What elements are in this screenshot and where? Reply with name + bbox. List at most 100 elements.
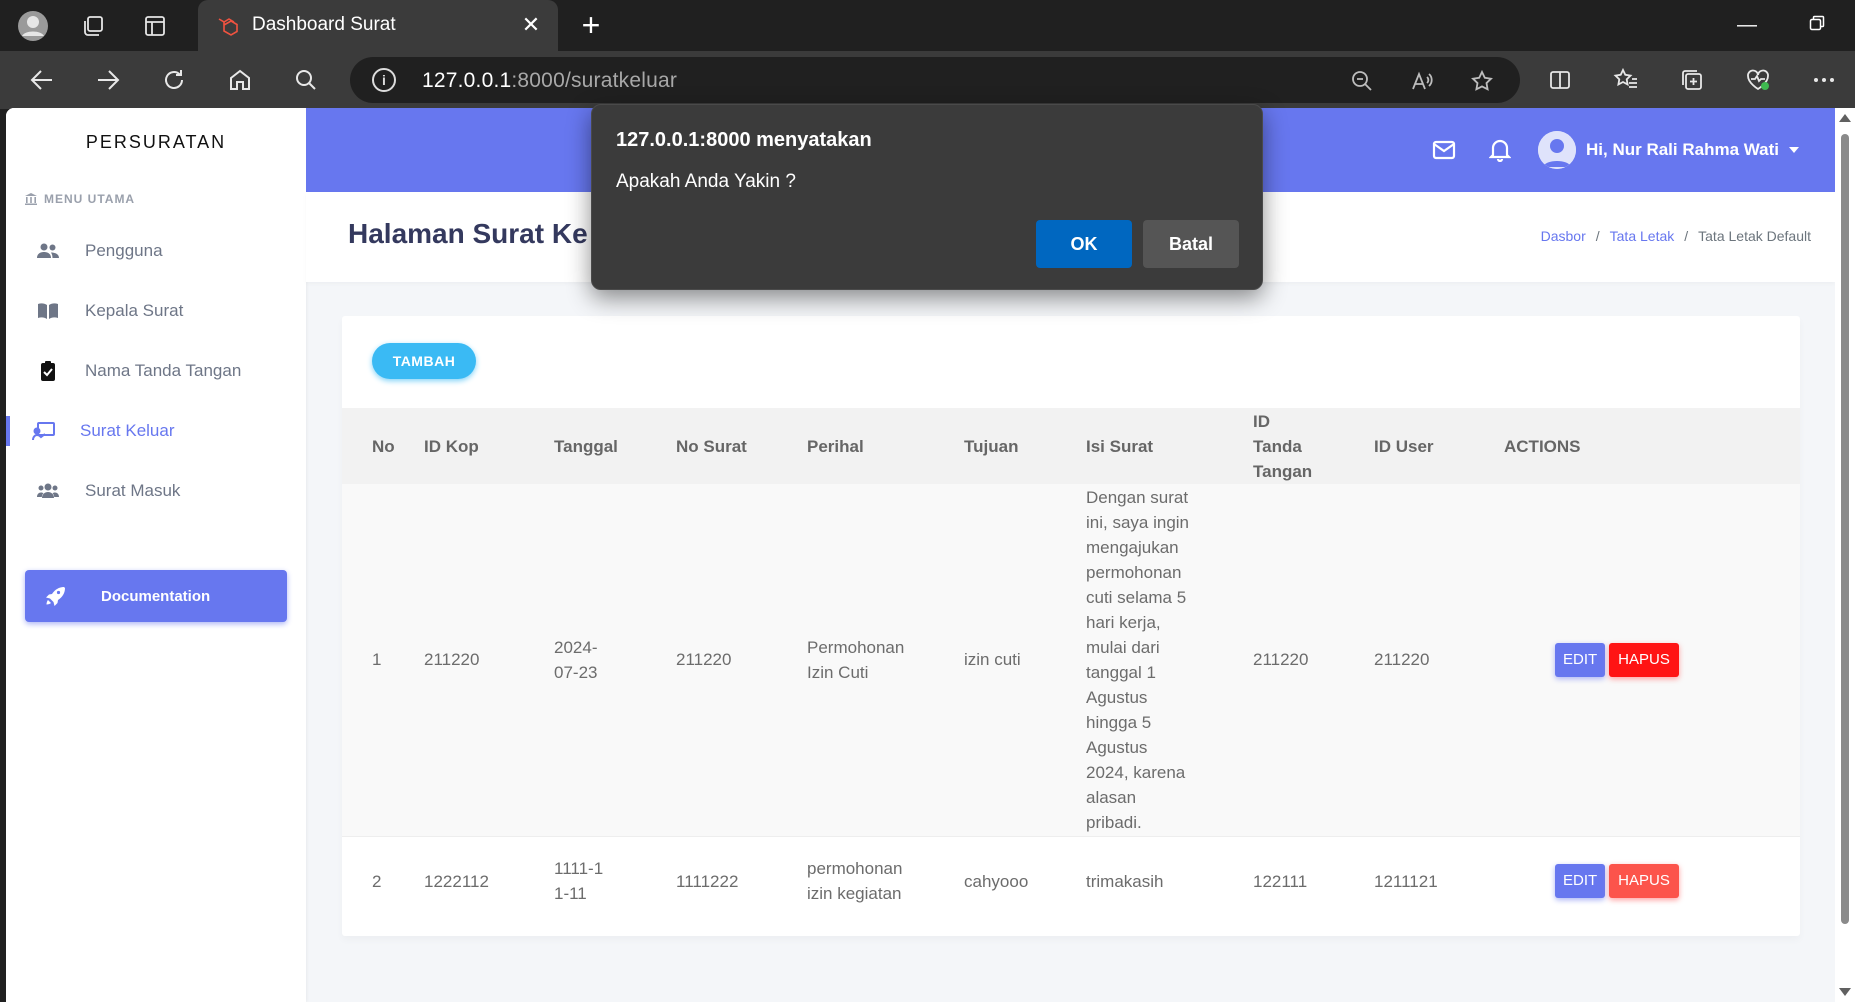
column-header: Isi Surat	[1086, 408, 1253, 484]
column-header: Perihal	[807, 408, 964, 484]
minimize-icon[interactable]: —	[1730, 10, 1764, 40]
table-row: 1 211220 2024-07-23 211220 Permohonan Iz…	[342, 484, 1800, 836]
favorite-icon[interactable]	[1468, 67, 1496, 95]
home-icon[interactable]	[220, 61, 260, 99]
breadcrumb-current: Tata Letak Default	[1698, 228, 1811, 244]
column-header: No	[342, 408, 424, 484]
cell-id-user: 1211121	[1374, 835, 1504, 926]
column-header: ID Tanda Tangan	[1253, 408, 1374, 484]
cell-perihal: Permohonan Izin Cuti	[807, 484, 964, 836]
column-header: ID User	[1374, 408, 1504, 484]
tab-actions-icon[interactable]	[138, 9, 172, 43]
back-icon[interactable]	[22, 61, 62, 99]
split-screen-icon[interactable]	[1540, 61, 1580, 99]
sidebar-item-kepala-surat[interactable]: Kepala Surat	[6, 286, 306, 336]
breadcrumb-dasbor[interactable]: Dasbor	[1541, 228, 1586, 244]
column-header: No Surat	[676, 408, 807, 484]
browser-essentials-icon[interactable]	[1738, 61, 1778, 99]
breadcrumb-separator: /	[1684, 228, 1689, 244]
scrollbar-thumb[interactable]	[1841, 134, 1849, 924]
edit-button[interactable]: EDIT	[1555, 642, 1606, 677]
scroll-down-icon[interactable]	[1839, 988, 1851, 996]
refresh-icon[interactable]	[154, 61, 194, 99]
cell-tujuan: izin cuti	[964, 484, 1086, 836]
cancel-button[interactable]: Batal	[1143, 220, 1239, 268]
cell-id-tanda-tangan: 122111	[1253, 835, 1374, 926]
breadcrumb-tata-letak[interactable]: Tata Letak	[1610, 228, 1675, 244]
surat-keluar-table: No ID Kop Tanggal No Surat Perihal Tujua…	[342, 408, 1800, 926]
more-icon[interactable]	[1804, 61, 1844, 99]
new-tab-icon[interactable]: +	[574, 9, 608, 43]
cell-isi-surat: trimakasih	[1086, 835, 1253, 926]
sidebar-item-nama-tanda-tangan[interactable]: Nama Tanda Tangan	[6, 346, 306, 396]
cell-id-tanda-tangan: 211220	[1253, 484, 1374, 836]
sidebar-item-surat-keluar[interactable]: Surat Keluar	[6, 406, 306, 456]
users-icon	[36, 239, 60, 263]
workspaces-icon[interactable]	[76, 9, 110, 43]
chalkboard-teacher-icon	[32, 419, 56, 443]
cell-tanggal: 1111-11-11	[554, 835, 676, 926]
users-group-icon	[36, 479, 60, 503]
sidebar: PERSURATAN MENU UTAMA Pengguna Kepala Su…	[6, 108, 306, 1002]
read-aloud-icon[interactable]	[1408, 67, 1436, 95]
search-icon[interactable]	[286, 61, 326, 99]
avatar	[1538, 131, 1576, 169]
user-name: Hi, Nur Rali Rahma Wati	[1586, 140, 1780, 159]
sidebar-item-surat-masuk[interactable]: Surat Masuk	[6, 466, 306, 516]
cell-no-surat: 211220	[676, 484, 807, 836]
envelope-icon[interactable]	[1430, 136, 1458, 164]
browser-nav-bar: i 127.0.0.1:8000/suratkeluar	[0, 51, 1855, 109]
book-icon	[36, 299, 60, 323]
browser-tab-bar: Dashboard Surat ✕ + —	[0, 0, 1855, 51]
edit-button[interactable]: EDIT	[1555, 864, 1606, 899]
brand-title[interactable]: PERSURATAN	[6, 132, 306, 153]
cell-perihal: permohonan izin kegiatan	[807, 835, 964, 926]
column-header: ID Kop	[424, 408, 554, 484]
profile-icon[interactable]	[16, 9, 50, 43]
chevron-down-icon	[1789, 147, 1800, 153]
sidebar-item-pengguna[interactable]: Pengguna	[6, 226, 306, 276]
bell-icon[interactable]	[1486, 136, 1514, 164]
surat-keluar-card: TAMBAH No ID Kop Tanggal No Surat Periha…	[342, 316, 1800, 936]
delete-button[interactable]: HAPUS	[1609, 642, 1679, 677]
table-header-row: No ID Kop Tanggal No Surat Perihal Tujua…	[342, 408, 1800, 484]
url-text[interactable]: 127.0.0.1:8000/suratkeluar	[422, 69, 677, 93]
user-dropdown[interactable]: Hi, Nur Rali Rahma Wati	[1538, 130, 1800, 170]
collections-icon[interactable]	[1672, 61, 1712, 99]
breadcrumb: Dasbor / Tata Letak / Tata Letak Default	[1541, 228, 1811, 244]
page-title: Halaman Surat Ke	[348, 218, 588, 249]
bank-icon	[25, 193, 37, 205]
page-scrollbar[interactable]	[1835, 108, 1855, 1002]
ok-button[interactable]: OK	[1036, 220, 1132, 268]
favorites-icon[interactable]	[1606, 61, 1646, 99]
info-icon[interactable]: i	[372, 68, 396, 92]
add-button[interactable]: TAMBAH	[372, 343, 476, 379]
close-tab-icon[interactable]: ✕	[518, 12, 544, 38]
restore-icon[interactable]	[1800, 10, 1834, 40]
tab-title: Dashboard Surat	[252, 14, 396, 35]
delete-button[interactable]: HAPUS	[1609, 864, 1679, 899]
confirm-dialog: 127.0.0.1:8000 menyatakan Apakah Anda Ya…	[591, 104, 1263, 290]
breadcrumb-separator: /	[1595, 228, 1600, 244]
zoom-out-icon[interactable]	[1348, 67, 1376, 95]
menu-header: MENU UTAMA	[24, 192, 135, 206]
cell-no: 2	[342, 835, 424, 926]
column-header: Tujuan	[964, 408, 1086, 484]
cell-id-kop: 211220	[424, 484, 554, 836]
rocket-icon	[43, 584, 67, 608]
scroll-up-icon[interactable]	[1839, 114, 1851, 122]
documentation-button[interactable]: Documentation	[25, 570, 287, 622]
cell-id-kop: 1222112	[424, 835, 554, 926]
cell-tujuan: cahyooo	[964, 835, 1086, 926]
cell-id-user: 211220	[1374, 484, 1504, 836]
laravel-favicon	[216, 14, 240, 38]
forward-icon[interactable]	[88, 61, 128, 99]
cell-no-surat: 1111222	[676, 835, 807, 926]
cell-actions: EDIT HAPUS	[1504, 835, 1800, 926]
cell-no: 1	[342, 484, 424, 836]
address-bar[interactable]: i 127.0.0.1:8000/suratkeluar	[350, 57, 1520, 103]
table-row: 2 1222112 1111-11-11 1111222 permohonan …	[342, 835, 1800, 926]
cell-isi-surat: Dengan surat ini, saya ingin mengajukan …	[1086, 484, 1253, 836]
active-tab[interactable]: Dashboard Surat ✕	[198, 0, 558, 51]
dialog-title: 127.0.0.1:8000 menyatakan	[616, 129, 872, 151]
